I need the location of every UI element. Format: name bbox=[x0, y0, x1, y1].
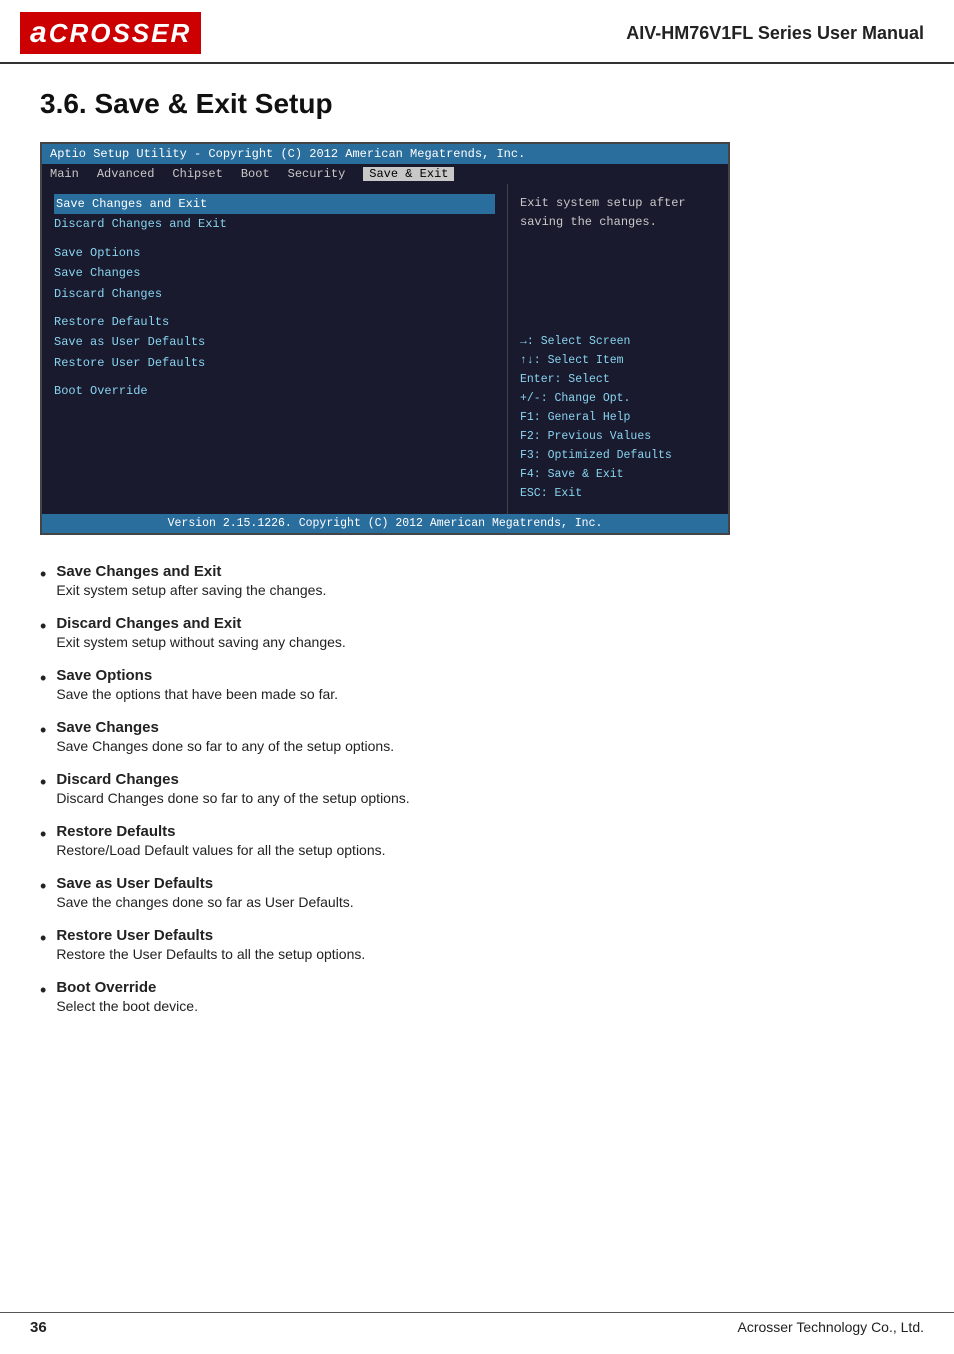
bios-right-panel: Exit system setup aftersaving the change… bbox=[508, 184, 728, 514]
bullet-content: Boot Override Select the boot device. bbox=[56, 979, 198, 1015]
bullet-content: Restore Defaults Restore/Load Default va… bbox=[56, 823, 385, 859]
section-name: Save & Exit Setup bbox=[94, 88, 332, 119]
bullet-icon: • bbox=[40, 720, 46, 742]
bullet-content: Save Options Save the options that have … bbox=[56, 667, 338, 703]
page-number: 36 bbox=[30, 1319, 47, 1336]
page-footer: 36 Acrosser Technology Co., Ltd. bbox=[0, 1312, 954, 1336]
bullet-desc: Select the boot device. bbox=[56, 998, 198, 1014]
list-item: • Discard Changes Discard Changes done s… bbox=[40, 771, 924, 807]
bios-menu-items: Save Changes and Exit Discard Changes an… bbox=[42, 184, 508, 514]
bullet-desc: Exit system setup without saving any cha… bbox=[56, 634, 345, 650]
bios-menu-save-exit: Save & Exit bbox=[363, 167, 454, 181]
bios-menubar: Main Advanced Chipset Boot Security Save… bbox=[42, 164, 728, 184]
manual-title: AIV-HM76V1FL Series User Manual bbox=[626, 23, 924, 44]
bullet-icon: • bbox=[40, 980, 46, 1002]
bullet-desc: Save Changes done so far to any of the s… bbox=[56, 738, 394, 754]
bullet-label: Save as User Defaults bbox=[56, 875, 353, 892]
bullet-icon: • bbox=[40, 616, 46, 638]
bios-screenshot: Aptio Setup Utility - Copyright (C) 2012… bbox=[40, 142, 730, 535]
bullet-label: Restore Defaults bbox=[56, 823, 385, 840]
bios-menu-security: Security bbox=[288, 167, 346, 181]
list-item: • Save as User Defaults Save the changes… bbox=[40, 875, 924, 911]
bios-menu-boot: Boot bbox=[241, 167, 270, 181]
bullet-desc: Discard Changes done so far to any of th… bbox=[56, 790, 409, 806]
section-title: 3.6. Save & Exit Setup bbox=[40, 88, 924, 120]
bullet-label: Boot Override bbox=[56, 979, 198, 996]
bullet-label: Save Changes bbox=[56, 719, 394, 736]
bios-spacer-3 bbox=[54, 373, 495, 381]
bullet-desc: Save the changes done so far as User Def… bbox=[56, 894, 353, 910]
bios-item-save-changes: Save Changes bbox=[54, 263, 495, 283]
bullet-content: Discard Changes Discard Changes done so … bbox=[56, 771, 409, 807]
bullet-label: Discard Changes bbox=[56, 771, 409, 788]
bullet-desc: Restore/Load Default values for all the … bbox=[56, 842, 385, 858]
bios-footer: Version 2.15.1226. Copyright (C) 2012 Am… bbox=[42, 514, 728, 533]
bios-menu-chipset: Chipset bbox=[172, 167, 222, 181]
section-header: 3.6. Save & Exit Setup Aptio Setup Utili… bbox=[0, 64, 954, 535]
bios-topbar: Aptio Setup Utility - Copyright (C) 2012… bbox=[42, 144, 728, 164]
bullet-desc: Exit system setup after saving the chang… bbox=[56, 582, 326, 598]
bullet-label: Save Changes and Exit bbox=[56, 563, 326, 580]
bios-item-save-and-exit: Save Changes and Exit bbox=[54, 194, 495, 214]
page-header: a CROSSER AIV-HM76V1FL Series User Manua… bbox=[0, 0, 954, 64]
bios-item-restore-user-defaults: Restore User Defaults bbox=[54, 353, 495, 373]
bios-item-discard-changes: Discard Changes bbox=[54, 284, 495, 304]
list-item: • Discard Changes and Exit Exit system s… bbox=[40, 615, 924, 651]
bios-content-area: Save Changes and Exit Discard Changes an… bbox=[42, 184, 728, 514]
bullet-label: Save Options bbox=[56, 667, 338, 684]
bullet-icon: • bbox=[40, 876, 46, 898]
list-item: • Save Options Save the options that hav… bbox=[40, 667, 924, 703]
bullet-icon: • bbox=[40, 772, 46, 794]
list-item: • Boot Override Select the boot device. bbox=[40, 979, 924, 1015]
bullet-label: Discard Changes and Exit bbox=[56, 615, 345, 632]
logo-a: a bbox=[30, 16, 47, 50]
description-list: • Save Changes and Exit Exit system setu… bbox=[0, 563, 954, 1015]
bios-help-text: Exit system setup aftersaving the change… bbox=[520, 194, 716, 232]
bullet-content: Save as User Defaults Save the changes d… bbox=[56, 875, 353, 911]
logo-brand: CROSSER bbox=[49, 18, 192, 49]
bullet-icon: • bbox=[40, 928, 46, 950]
bullet-content: Save Changes Save Changes done so far to… bbox=[56, 719, 394, 755]
bios-menu-advanced: Advanced bbox=[97, 167, 155, 181]
bullet-icon: • bbox=[40, 564, 46, 586]
bios-nav-text: →: Select Screen ↑↓: Select Item Enter: … bbox=[520, 333, 716, 504]
list-item: • Restore User Defaults Restore the User… bbox=[40, 927, 924, 963]
bullet-content: Restore User Defaults Restore the User D… bbox=[56, 927, 365, 963]
bullet-content: Save Changes and Exit Exit system setup … bbox=[56, 563, 326, 599]
bios-spacer-1 bbox=[54, 235, 495, 243]
list-item: • Save Changes Save Changes done so far … bbox=[40, 719, 924, 755]
section-number: 3.6. bbox=[40, 88, 87, 119]
bios-item-restore-defaults: Restore Defaults bbox=[54, 312, 495, 332]
bullet-icon: • bbox=[40, 668, 46, 690]
bios-item-save-options: Save Options bbox=[54, 243, 495, 263]
bios-item-discard-and-exit: Discard Changes and Exit bbox=[54, 214, 495, 234]
bullet-desc: Restore the User Defaults to all the set… bbox=[56, 946, 365, 962]
company-name: Acrosser Technology Co., Ltd. bbox=[737, 1319, 924, 1336]
bullet-content: Discard Changes and Exit Exit system set… bbox=[56, 615, 345, 651]
bullet-desc: Save the options that have been made so … bbox=[56, 686, 338, 702]
bullet-label: Restore User Defaults bbox=[56, 927, 365, 944]
bios-item-boot-override: Boot Override bbox=[54, 381, 495, 401]
list-item: • Restore Defaults Restore/Load Default … bbox=[40, 823, 924, 859]
bios-item-save-user-defaults: Save as User Defaults bbox=[54, 332, 495, 352]
logo: a CROSSER bbox=[20, 12, 201, 54]
list-item: • Save Changes and Exit Exit system setu… bbox=[40, 563, 924, 599]
bios-spacer-2 bbox=[54, 304, 495, 312]
bullet-icon: • bbox=[40, 824, 46, 846]
bios-menu-main: Main bbox=[50, 167, 79, 181]
